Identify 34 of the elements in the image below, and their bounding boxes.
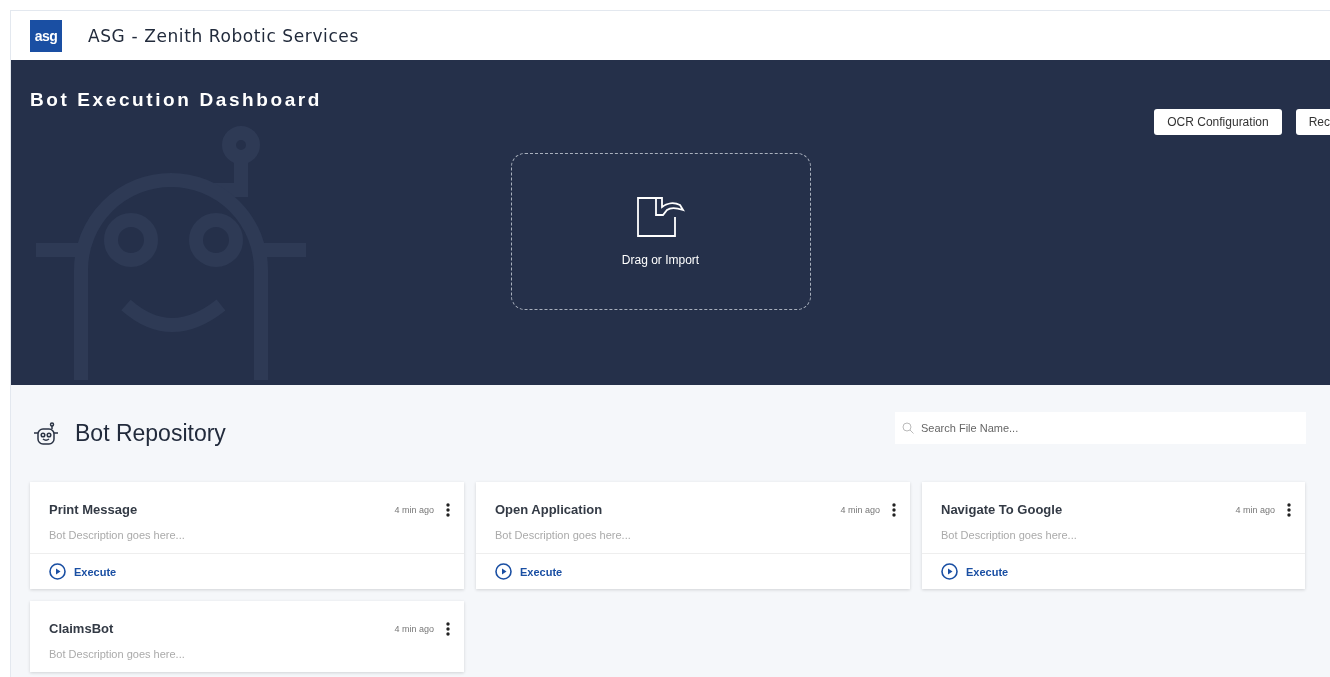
bot-name: ClaimsBot <box>49 621 115 636</box>
execute-button[interactable]: Execute <box>49 563 117 580</box>
app-title: ASG - Zenith Robotic Services <box>88 25 359 46</box>
timestamp: 4 min ago <box>394 623 434 634</box>
import-icon <box>636 196 685 237</box>
config-button[interactable]: Rec <box>1295 109 1330 135</box>
logo: asg <box>30 19 62 52</box>
bot-description: Bot Description goes here... <box>941 529 1078 541</box>
search-icon <box>902 421 914 434</box>
timestamp: 4 min ago <box>840 504 880 515</box>
more-options-icon[interactable] <box>1287 502 1291 517</box>
section-title: Bot Repository <box>75 420 226 447</box>
more-options-icon[interactable] <box>446 621 450 636</box>
play-icon <box>941 563 958 580</box>
timestamp: 4 min ago <box>394 504 434 515</box>
config-button[interactable]: OCR Configuration <box>1154 109 1282 135</box>
execute-button[interactable]: Execute <box>941 563 1009 580</box>
bot-name: Navigate To Google <box>941 502 1064 517</box>
more-options-icon[interactable] <box>892 502 896 517</box>
bot-description: Bot Description goes here... <box>49 529 186 541</box>
bot-description: Bot Description goes here... <box>495 529 632 541</box>
dashboard-title: Bot Execution Dashboard <box>30 89 323 112</box>
more-options-icon[interactable] <box>446 502 450 517</box>
drop-zone-label: Drag or Import <box>621 252 700 267</box>
bot-name: Open Application <box>495 502 604 517</box>
play-icon <box>495 563 512 580</box>
search-field[interactable]: Search File Name... <box>895 411 1306 444</box>
bot-name: Print Message <box>49 502 139 517</box>
execute-button[interactable]: Execute <box>495 563 563 580</box>
bot-description: Bot Description goes here... <box>49 648 186 660</box>
play-icon <box>49 563 66 580</box>
drop-zone[interactable]: Drag or Import <box>510 153 811 310</box>
robot-icon <box>33 421 59 446</box>
timestamp: 4 min ago <box>1235 504 1275 515</box>
